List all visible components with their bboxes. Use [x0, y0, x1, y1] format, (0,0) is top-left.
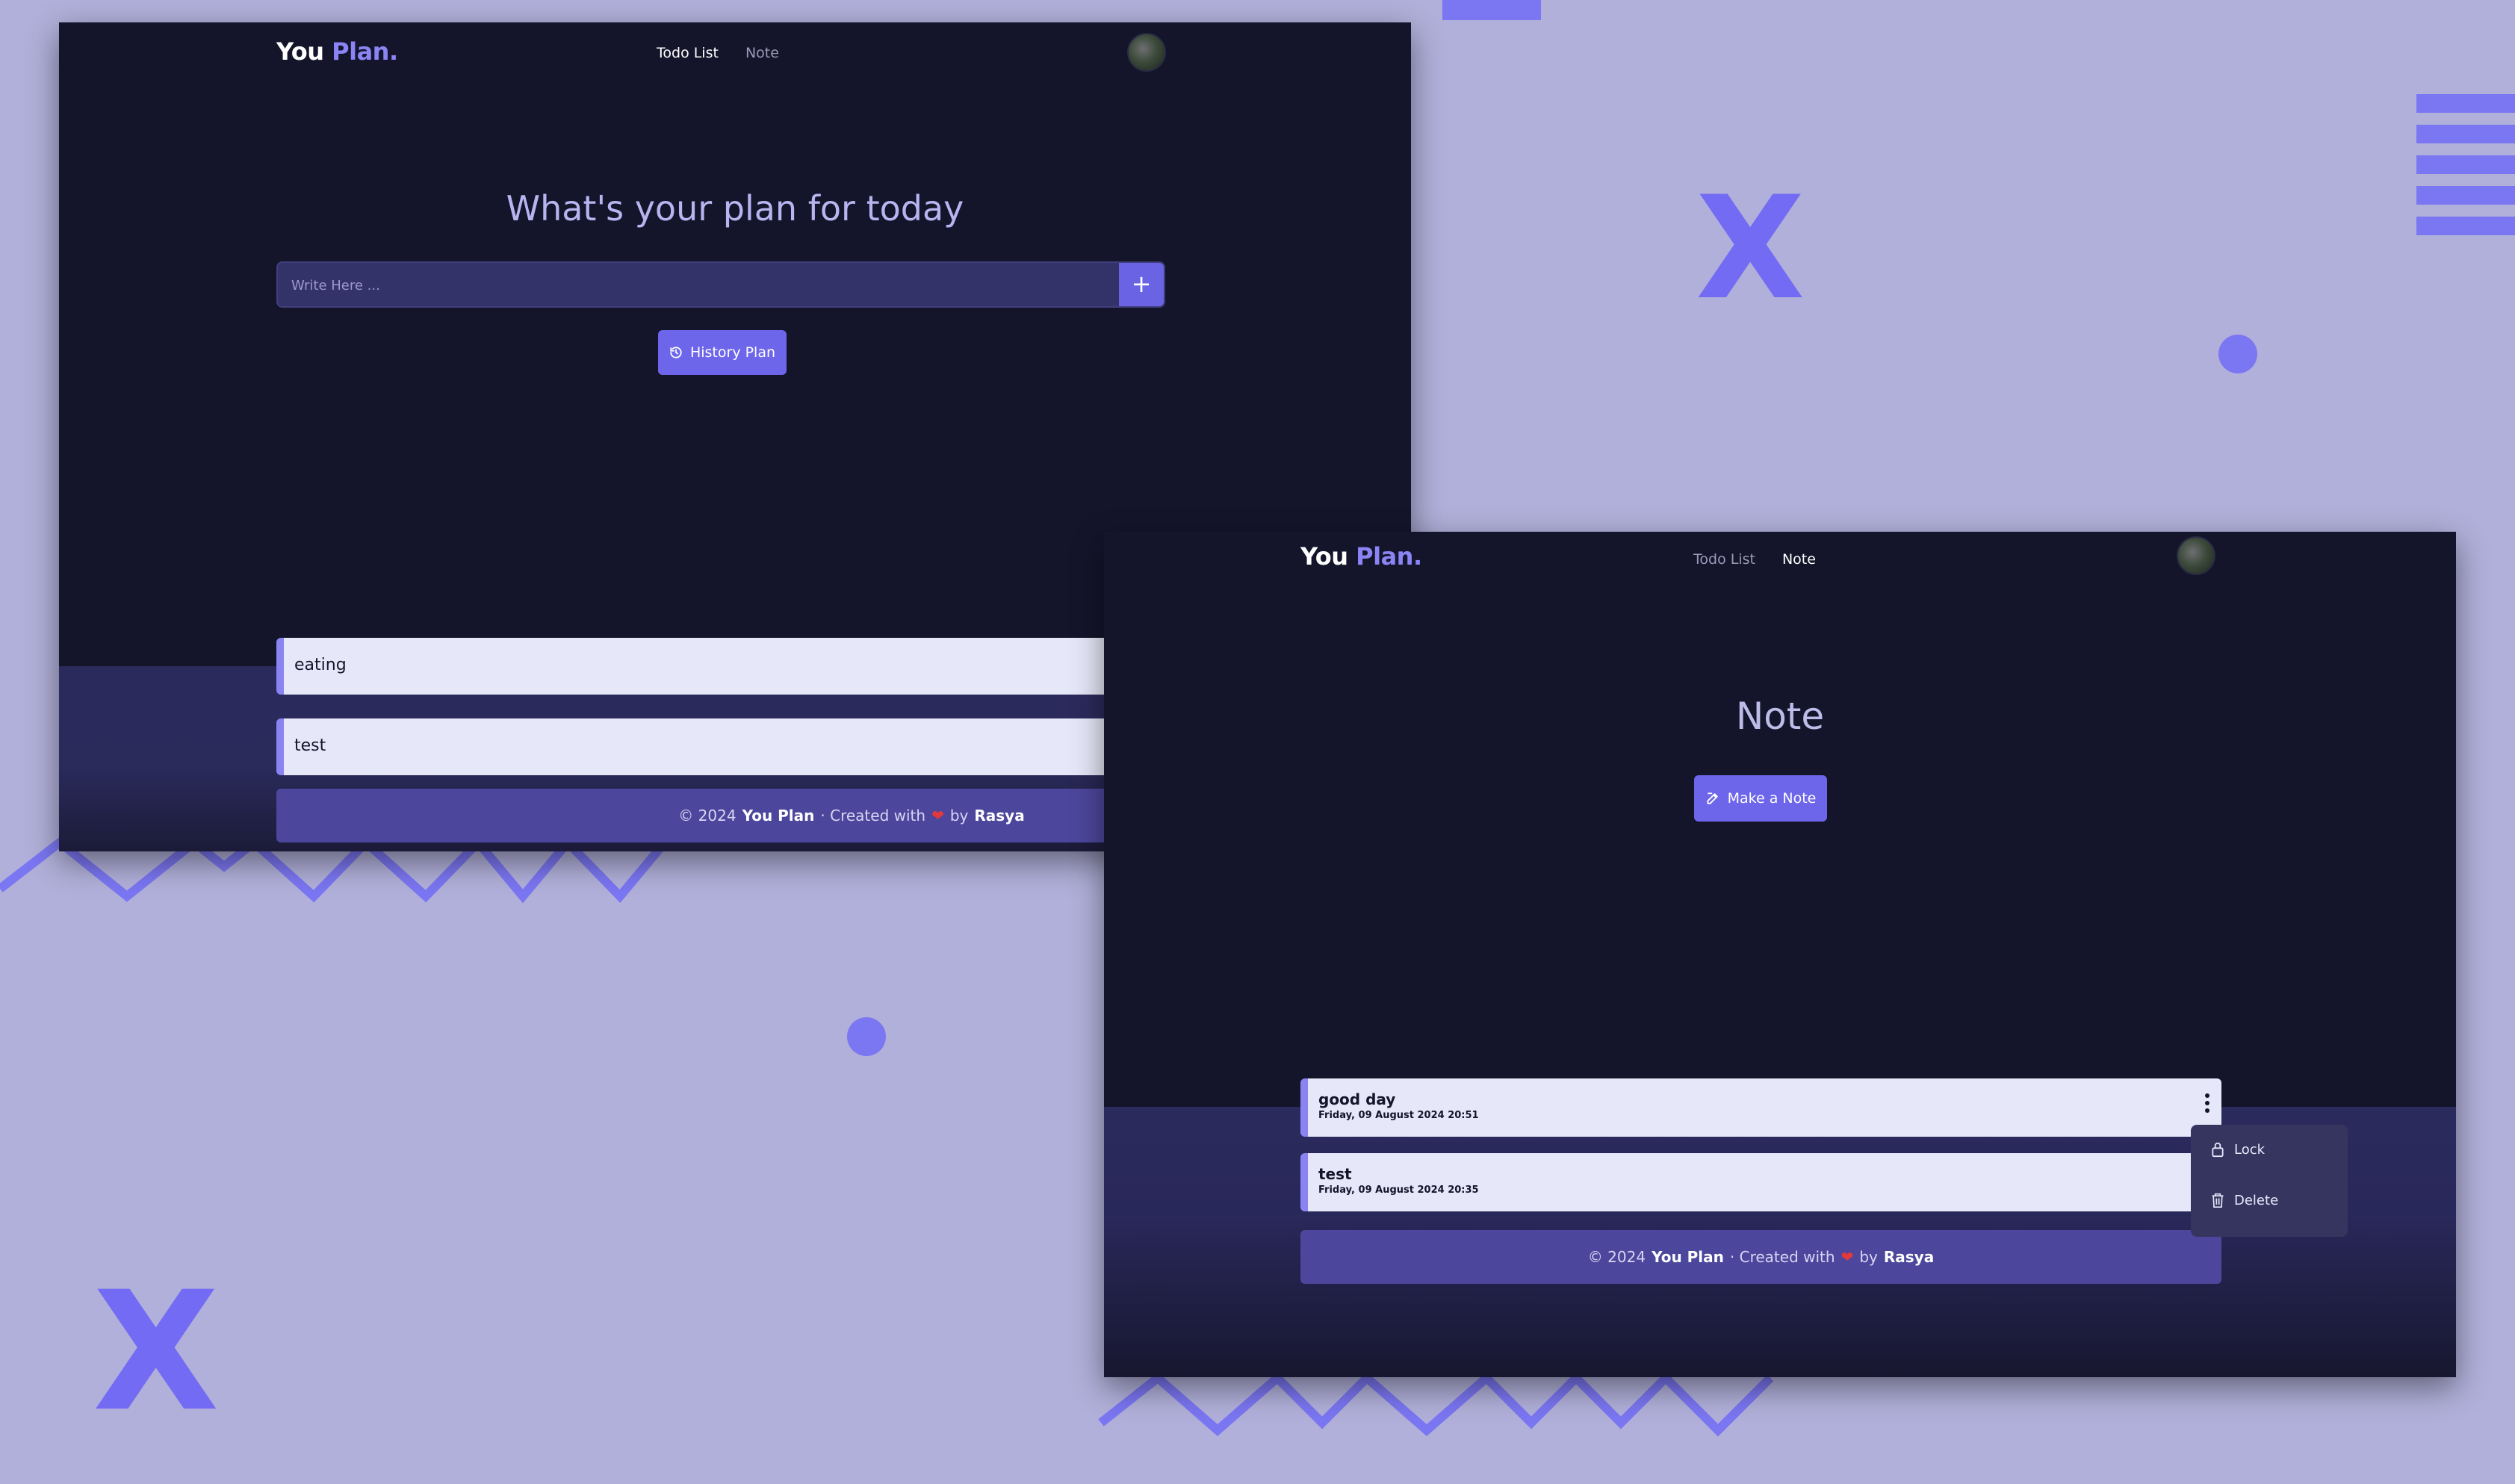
- note-item[interactable]: good day Friday, 09 August 2024 20:51: [1300, 1078, 2221, 1137]
- navbar: You Plan. Todo List Note: [1104, 532, 2456, 606]
- decor-x-shape: X: [1696, 166, 1805, 331]
- page-title: What's your plan for today: [506, 188, 964, 229]
- decor-bar: [1442, 0, 1541, 20]
- trash-icon: [2212, 1193, 2224, 1208]
- navbar: You Plan. Todo List Note: [59, 22, 1411, 97]
- decor-dot: [2218, 335, 2257, 373]
- decor-dot: [847, 1017, 886, 1056]
- decor-stripes: [2416, 94, 2515, 247]
- todo-input[interactable]: [290, 263, 1114, 308]
- edit-icon: [1707, 792, 1718, 804]
- decor-x-shape: X: [93, 1256, 220, 1447]
- note-item[interactable]: test Friday, 09 August 2024 20:35: [1300, 1153, 2221, 1211]
- logo[interactable]: You Plan.: [1300, 542, 1422, 571]
- heart-icon: ❤: [1840, 1248, 1854, 1266]
- nav-note-link[interactable]: Note: [745, 45, 779, 61]
- menu-item-delete[interactable]: Delete: [2210, 1192, 2278, 1208]
- add-button[interactable]: +: [1119, 263, 1164, 306]
- history-plan-button[interactable]: History Plan: [658, 330, 787, 375]
- nav-note-link[interactable]: Note: [1782, 551, 1816, 568]
- footer: © 2024 You Plan · Created with ❤ by Rasya: [1300, 1230, 2221, 1284]
- make-note-button[interactable]: Make a Note: [1694, 775, 1827, 822]
- note-window: You Plan. Todo List Note Note Make a Note…: [1104, 532, 2456, 1377]
- page-title: Note: [1735, 695, 1825, 738]
- note-options-menu: Lock Delete: [2191, 1125, 2348, 1237]
- avatar[interactable]: [2177, 536, 2215, 575]
- menu-item-lock[interactable]: Lock: [2210, 1141, 2265, 1158]
- lock-icon: [2212, 1142, 2224, 1158]
- avatar[interactable]: [1127, 33, 1166, 72]
- nav-todo-link[interactable]: Todo List: [657, 45, 719, 61]
- logo[interactable]: You Plan.: [276, 37, 398, 66]
- history-icon: [670, 347, 682, 358]
- todo-input-group: +: [276, 261, 1165, 308]
- heart-icon: ❤: [931, 807, 944, 825]
- more-options-icon[interactable]: [2205, 1093, 2211, 1116]
- nav-todo-link[interactable]: Todo List: [1693, 551, 1755, 568]
